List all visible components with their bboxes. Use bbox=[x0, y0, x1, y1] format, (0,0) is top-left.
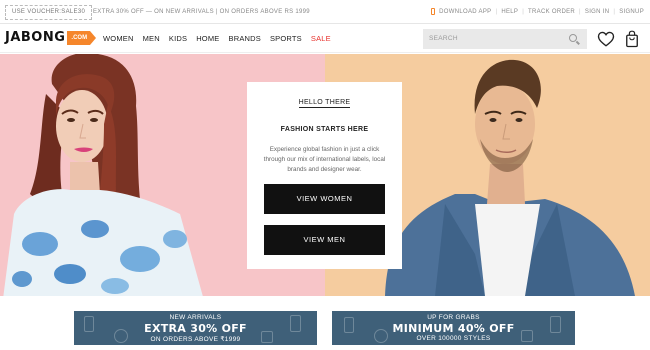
view-men-button[interactable]: VIEW MEN bbox=[264, 225, 385, 255]
nav-women[interactable]: WOMEN bbox=[103, 34, 134, 43]
search-input[interactable]: SEARCH bbox=[423, 29, 587, 49]
search-placeholder: SEARCH bbox=[429, 35, 458, 42]
help-link[interactable]: HELP bbox=[501, 9, 518, 15]
logo-text: JABONG bbox=[5, 30, 66, 45]
view-women-button[interactable]: VIEW WOMEN bbox=[264, 184, 385, 214]
separator: | bbox=[613, 8, 616, 15]
new-arrivals-banner[interactable]: NEW ARRIVALS EXTRA 30% OFF ON ORDERS ABO… bbox=[74, 311, 317, 345]
banner-line3: ON ORDERS ABOVE ₹1999 bbox=[150, 336, 241, 343]
jabong-logo[interactable]: JABONG .COM bbox=[5, 30, 96, 45]
separator: | bbox=[579, 8, 581, 15]
signup-link[interactable]: SIGNUP bbox=[619, 9, 644, 15]
separator: | bbox=[522, 8, 525, 15]
nav-home[interactable]: HOME bbox=[196, 34, 219, 43]
hero-section: HELLO THERE FASHION STARTS HERE Experien… bbox=[0, 54, 650, 296]
logo-tag: .COM bbox=[67, 30, 96, 45]
up-for-grabs-banner[interactable]: UP FOR GRABS MINIMUM 40% OFF OVER 100000… bbox=[332, 311, 575, 345]
welcome-card: HELLO THERE FASHION STARTS HERE Experien… bbox=[247, 82, 402, 269]
banner-line1: UP FOR GRABS bbox=[427, 314, 480, 321]
hello-heading: HELLO THERE bbox=[298, 99, 351, 108]
download-app-link[interactable]: DOWNLOAD APP bbox=[439, 9, 491, 15]
nav-men[interactable]: MEN bbox=[143, 34, 160, 43]
separator: | bbox=[495, 8, 498, 15]
nav-sports[interactable]: SPORTS bbox=[270, 34, 302, 43]
banner-line1: NEW ARRIVALS bbox=[169, 314, 222, 321]
card-title: FASHION STARTS HERE bbox=[280, 126, 369, 133]
voucher-code: USE VOUCHER:SALE30 bbox=[5, 5, 93, 20]
promo-text: EXTRA 30% OFF — ON NEW ARRIVALS | ON ORD… bbox=[93, 9, 310, 15]
top-utility-bar: USE VOUCHER:SALE30 EXTRA 30% OFF — ON NE… bbox=[0, 0, 650, 24]
main-header: JABONG .COM WOMEN MEN KIDS HOME BRANDS S… bbox=[0, 25, 650, 53]
track-order-link[interactable]: TRACK ORDER bbox=[528, 9, 575, 15]
nav-sale[interactable]: SALE bbox=[311, 34, 331, 43]
bag-icon[interactable] bbox=[624, 30, 640, 48]
sign-in-link[interactable]: SIGN IN bbox=[585, 9, 609, 15]
phone-icon bbox=[431, 8, 436, 15]
search-icon[interactable] bbox=[569, 34, 577, 42]
card-description: Experience global fashion in just a clic… bbox=[263, 146, 386, 173]
nav-kids[interactable]: KIDS bbox=[169, 34, 187, 43]
utility-links: DOWNLOAD APP | HELP | TRACK ORDER | SIGN… bbox=[431, 8, 644, 15]
banner-headline: MINIMUM 40% OFF bbox=[392, 322, 515, 335]
heart-icon[interactable] bbox=[597, 30, 615, 48]
banner-line3: OVER 100000 STYLES bbox=[416, 335, 491, 342]
banner-headline: EXTRA 30% OFF bbox=[144, 322, 247, 335]
nav-brands[interactable]: BRANDS bbox=[229, 34, 261, 43]
main-nav: WOMEN MEN KIDS HOME BRANDS SPORTS SALE bbox=[103, 34, 340, 43]
